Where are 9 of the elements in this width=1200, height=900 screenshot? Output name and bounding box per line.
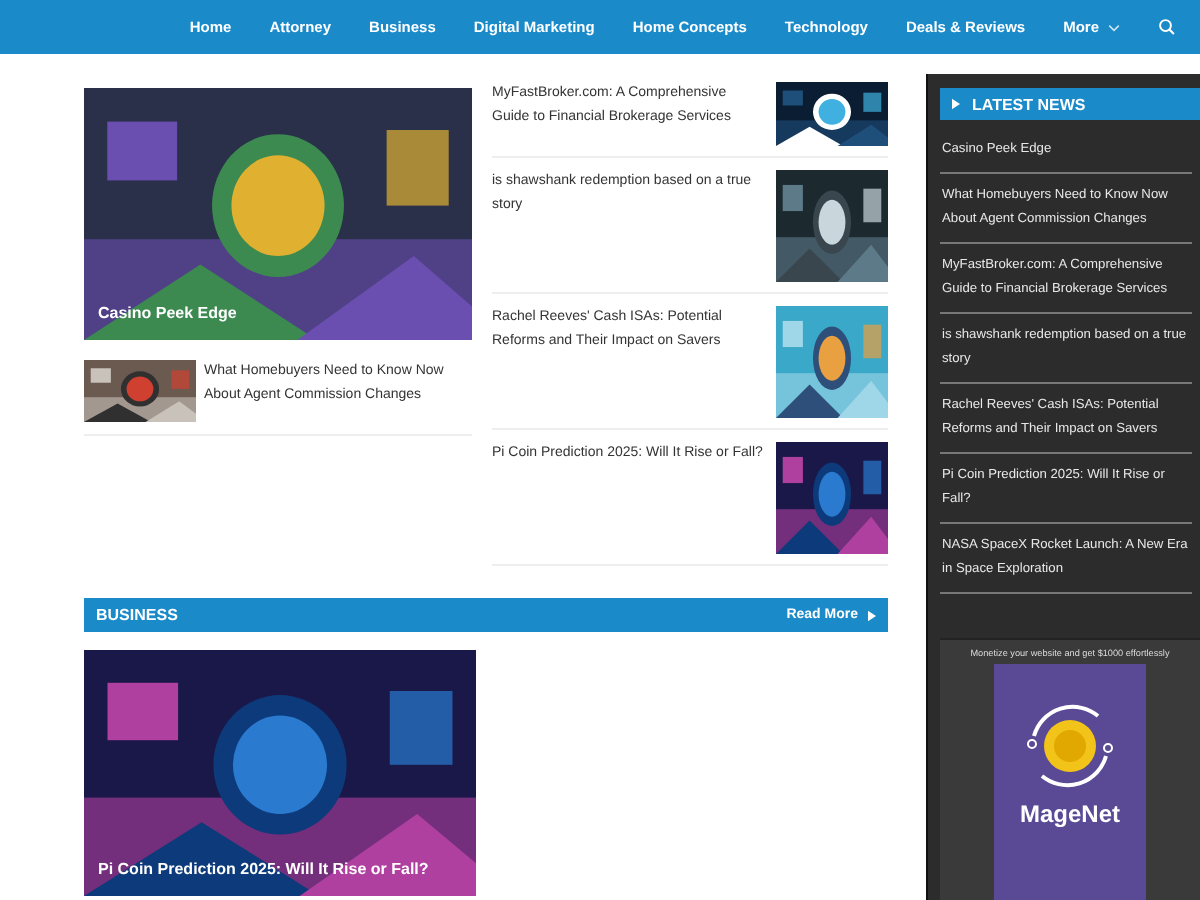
post-title[interactable]: Casino Peek Edge — [98, 304, 237, 322]
ad-banner[interactable]: MageNet — [994, 664, 1146, 900]
post-title[interactable]: Pi Coin Prediction 2025: Will It Rise or Fall? — [98, 860, 429, 878]
widget-title: LATEST NEWS — [972, 95, 1086, 113]
search-icon[interactable] — [1158, 18, 1176, 36]
play-icon — [952, 98, 960, 110]
section-title: BUSINESS — [96, 606, 178, 624]
play-icon — [868, 609, 876, 621]
ad-logo: MageNet — [1019, 800, 1120, 828]
